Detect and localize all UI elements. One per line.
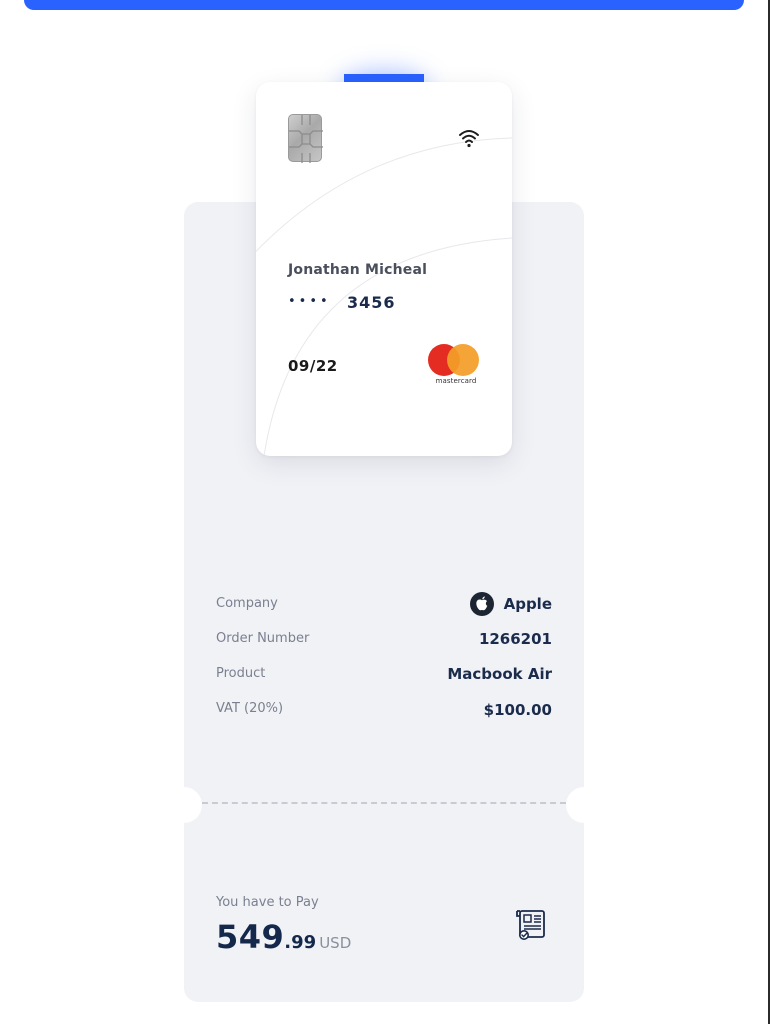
credit-card[interactable]: Jonathan Micheal •••• 3456 09/22 masterc…	[256, 82, 512, 456]
cardholder-name: Jonathan Micheal	[288, 262, 428, 278]
product-label: Product	[216, 666, 266, 681]
company-label: Company	[216, 596, 278, 611]
mastercard-logo: mastercard	[428, 344, 482, 388]
receipt-icon[interactable]	[514, 908, 548, 946]
order-number-label: Order Number	[216, 631, 310, 646]
vat-label: VAT (20%)	[216, 701, 284, 716]
total-amount: 549.99 USD	[216, 918, 351, 956]
company-value: Apple	[503, 595, 552, 613]
top-progress-bar	[24, 0, 744, 10]
card-accent-line	[344, 74, 424, 82]
card-chip-icon	[288, 114, 323, 163]
ticket-notch-right	[566, 787, 602, 823]
vat-value: $100.00	[483, 701, 552, 719]
product-value: Macbook Air	[447, 665, 552, 683]
amount-currency: USD	[319, 934, 352, 952]
dashed-divider	[202, 802, 566, 804]
card-number-mask: ••••	[288, 294, 331, 309]
wifi-icon	[458, 128, 480, 152]
pay-label: You have to Pay	[216, 895, 319, 910]
amount-whole: 549	[216, 918, 285, 956]
amount-cents: .99	[284, 932, 317, 953]
order-number-value: 1266201	[478, 630, 552, 648]
card-last-digits: 3456	[347, 293, 396, 312]
card-expiry: 09/22	[288, 357, 338, 375]
apple-icon	[470, 592, 494, 616]
ticket-notch-left	[166, 787, 202, 823]
